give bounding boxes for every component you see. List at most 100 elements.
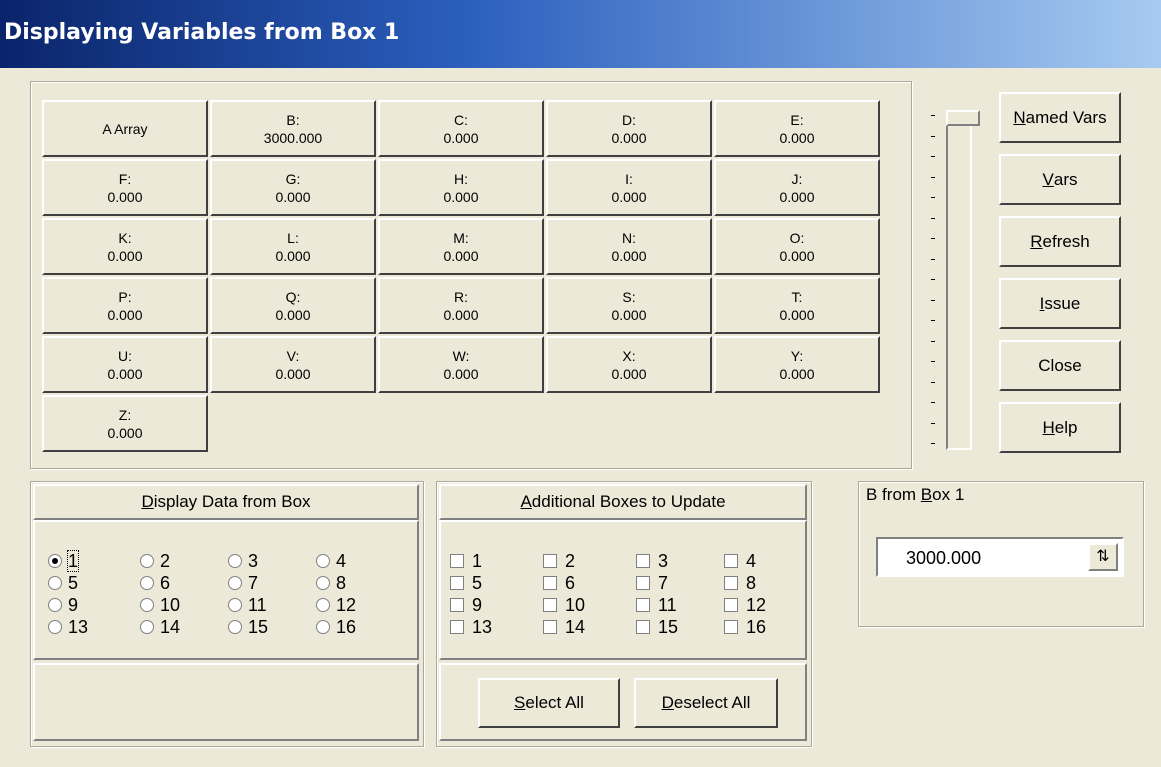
box-checkbox[interactable] — [543, 554, 557, 568]
box-checkbox-label: 8 — [746, 573, 757, 593]
variable-button[interactable]: O: 0.000 — [714, 218, 880, 275]
variable-value: 0.000 — [275, 247, 311, 264]
box-radio[interactable] — [228, 598, 242, 612]
vars-button[interactable]: Vars — [999, 154, 1121, 205]
box-radio[interactable] — [316, 620, 330, 634]
box-radio[interactable] — [48, 620, 62, 634]
variable-value: 0.000 — [779, 365, 815, 382]
variable-button[interactable]: J: 0.000 — [714, 159, 880, 216]
box-radio[interactable] — [48, 598, 62, 612]
box-checkbox[interactable] — [724, 576, 738, 590]
box-radio-label: 6 — [160, 573, 171, 593]
box-radio[interactable] — [228, 576, 242, 590]
box-checkbox[interactable] — [543, 576, 557, 590]
box-checkbox[interactable] — [636, 576, 650, 590]
variable-button[interactable]: Q: 0.000 — [210, 277, 376, 334]
variable-button[interactable]: G: 0.000 — [210, 159, 376, 216]
issue-button[interactable]: Issue — [999, 278, 1121, 329]
variable-button[interactable]: K: 0.000 — [42, 218, 208, 275]
box-checkbox[interactable] — [636, 554, 650, 568]
variable-label: W: — [452, 347, 470, 364]
variable-button[interactable]: V: 0.000 — [210, 336, 376, 393]
variable-button[interactable]: Y: 0.000 — [714, 336, 880, 393]
help-button[interactable]: Help — [999, 402, 1121, 453]
slider-track — [946, 110, 972, 450]
variable-button[interactable]: X: 0.000 — [546, 336, 712, 393]
box-radio-label: 2 — [160, 551, 171, 571]
box-checkbox[interactable] — [450, 620, 464, 634]
box-checkbox[interactable] — [636, 598, 650, 612]
box-checkbox[interactable] — [450, 598, 464, 612]
b-value-spinner[interactable]: 3000.000 ⇅ — [876, 537, 1124, 577]
variable-button[interactable]: N: 0.000 — [546, 218, 712, 275]
variable-label: Q: — [285, 288, 301, 305]
variable-button[interactable]: B: 3000.000 — [210, 100, 376, 157]
named-vars-button[interactable]: Named Vars — [999, 92, 1121, 143]
box-checkbox[interactable] — [450, 554, 464, 568]
variable-button[interactable]: M: 0.000 — [378, 218, 544, 275]
box-radio[interactable] — [228, 620, 242, 634]
box-checkbox[interactable] — [724, 598, 738, 612]
variable-value: 0.000 — [107, 247, 143, 264]
variable-button[interactable]: I: 0.000 — [546, 159, 712, 216]
box-checkbox-label: 15 — [658, 617, 679, 637]
variable-button[interactable]: A Array — [42, 100, 208, 157]
slider-tick — [931, 361, 935, 362]
box-checkbox[interactable] — [724, 620, 738, 634]
variable-value: 0.000 — [779, 188, 815, 205]
variable-label: R: — [454, 288, 468, 305]
box-radio[interactable] — [316, 598, 330, 612]
box-radio-label: 14 — [160, 617, 181, 637]
variable-button[interactable]: F: 0.000 — [42, 159, 208, 216]
box-radio[interactable] — [140, 554, 154, 568]
variable-label: Y: — [790, 347, 804, 364]
variable-label: X: — [622, 347, 636, 364]
variable-button[interactable]: E: 0.000 — [714, 100, 880, 157]
box-radio[interactable] — [140, 598, 154, 612]
box-radio[interactable] — [140, 620, 154, 634]
variable-label: K: — [118, 229, 132, 246]
close-button[interactable]: Close — [999, 340, 1121, 391]
variable-button[interactable]: S: 0.000 — [546, 277, 712, 334]
box-checkbox-label: 7 — [658, 573, 669, 593]
variable-button[interactable]: P: 0.000 — [42, 277, 208, 334]
variable-button[interactable]: H: 0.000 — [378, 159, 544, 216]
box-radio-label: 16 — [336, 617, 357, 637]
box-checkbox[interactable] — [543, 598, 557, 612]
variable-button[interactable]: T: 0.000 — [714, 277, 880, 334]
box-radio-label: 9 — [68, 595, 79, 615]
variable-button[interactable]: D: 0.000 — [546, 100, 712, 157]
variable-button[interactable]: C: 0.000 — [378, 100, 544, 157]
slider-thumb[interactable] — [946, 110, 980, 126]
variable-label: L: — [287, 229, 299, 246]
variable-button[interactable]: R: 0.000 — [378, 277, 544, 334]
variable-value: 0.000 — [443, 365, 479, 382]
spinner-arrows-icon[interactable]: ⇅ — [1088, 543, 1118, 571]
variable-label: P: — [118, 288, 132, 305]
box-radio[interactable] — [48, 554, 62, 568]
display-data-footer — [33, 663, 419, 741]
variable-button[interactable]: W: 0.000 — [378, 336, 544, 393]
box-radio[interactable] — [228, 554, 242, 568]
box-checkbox-label: 11 — [658, 595, 677, 615]
box-checkbox[interactable] — [543, 620, 557, 634]
slider-tick — [931, 279, 935, 280]
box-checkbox[interactable] — [636, 620, 650, 634]
box-radio[interactable] — [316, 554, 330, 568]
slider-tick — [931, 197, 935, 198]
refresh-button[interactable]: Refresh — [999, 216, 1121, 267]
box-radio[interactable] — [48, 576, 62, 590]
box-radio-label: 1 — [66, 550, 80, 572]
slider-tick — [931, 320, 935, 321]
b-value-text[interactable]: 3000.000 — [906, 548, 981, 569]
variable-button[interactable]: U: 0.000 — [42, 336, 208, 393]
deselect-all-button[interactable]: Deselect All — [634, 678, 778, 728]
box-radio[interactable] — [316, 576, 330, 590]
select-all-button[interactable]: Select All — [478, 678, 620, 728]
variable-button[interactable]: Z: 0.000 — [42, 395, 208, 452]
variable-button[interactable]: L: 0.000 — [210, 218, 376, 275]
box-radio[interactable] — [140, 576, 154, 590]
box-checkbox[interactable] — [724, 554, 738, 568]
box-checkbox[interactable] — [450, 576, 464, 590]
box-checkbox-label: 5 — [472, 573, 483, 593]
